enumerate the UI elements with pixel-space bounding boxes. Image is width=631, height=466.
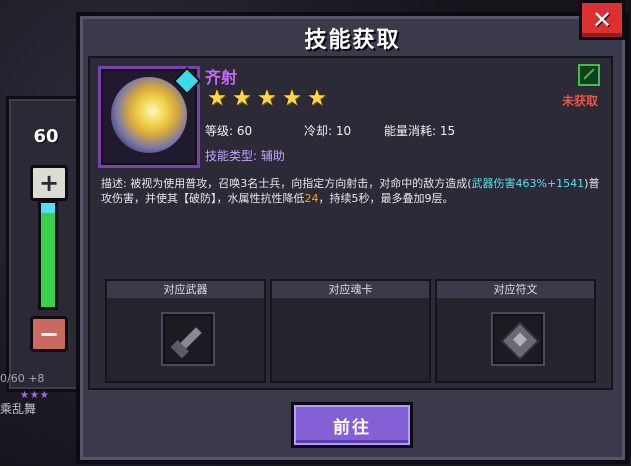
side-skill-text: 乘乱舞 (0, 402, 37, 416)
skill-energy: 能量消耗: 15 (384, 124, 456, 138)
close-button[interactable]: ✕ (579, 0, 625, 40)
rune-slot[interactable]: 对应符文 (435, 279, 596, 383)
unlock-status-icon (578, 64, 600, 86)
star-icon: ★ (232, 86, 252, 111)
status-label: 未获取 (562, 94, 599, 108)
decrease-button[interactable]: − (30, 316, 68, 352)
skill-cooldown: 冷却: 10 (304, 124, 352, 138)
rune-slot-label: 对应符文 (437, 281, 594, 298)
plus-icon: + (38, 169, 60, 197)
skill-name: 齐射 (205, 68, 238, 87)
close-icon: ✕ (591, 6, 613, 34)
desc-highlight-resist: 24 (304, 192, 319, 205)
sword-icon (175, 327, 202, 353)
increase-button[interactable]: + (30, 165, 68, 201)
star-icon: ★ (257, 86, 277, 111)
skill-level: 等级: 60 (205, 124, 253, 138)
skill-icon-frame (98, 66, 202, 168)
weapon-slot[interactable]: 对应武器 (105, 279, 266, 383)
minus-icon: − (38, 320, 60, 348)
rune-icon (499, 321, 540, 361)
soul-card-slot[interactable]: 对应魂卡 (270, 279, 431, 383)
go-button[interactable]: 前往 (291, 402, 413, 448)
weapon-item-frame[interactable] (160, 312, 215, 366)
skill-description: 描述: 被视为使用普攻，召唤3名士兵，向指定方向射击，对命中的敌方造成(武器伤害… (101, 176, 601, 206)
side-hp-text: 0/60 +8 (0, 372, 45, 385)
desc-part1: 描述: 被视为使用普攻，召唤3名士兵，向指定方向射击，对命中的敌方造成( (101, 177, 472, 190)
skill-type: 技能类型: 辅助 (205, 149, 285, 163)
skill-orb-icon (111, 77, 187, 153)
soul-card-slot-label: 对应魂卡 (272, 281, 429, 298)
star-icon: ★ (207, 86, 227, 111)
side-level-value: 60 (33, 126, 59, 147)
skill-stars: ★ ★ ★ ★ ★ (207, 88, 329, 110)
star-icon: ★ (307, 86, 327, 111)
desc-part3: ，持续5秒，最多叠加9层。 (318, 192, 454, 205)
rune-item-frame[interactable] (490, 312, 545, 366)
star-icon: ★ (282, 86, 302, 111)
dialog-title: 技能获取 (304, 28, 401, 53)
level-slider-bar[interactable] (38, 200, 58, 310)
weapon-slot-label: 对应武器 (107, 281, 264, 298)
desc-highlight-damage: 武器伤害463%+1541 (471, 177, 585, 190)
